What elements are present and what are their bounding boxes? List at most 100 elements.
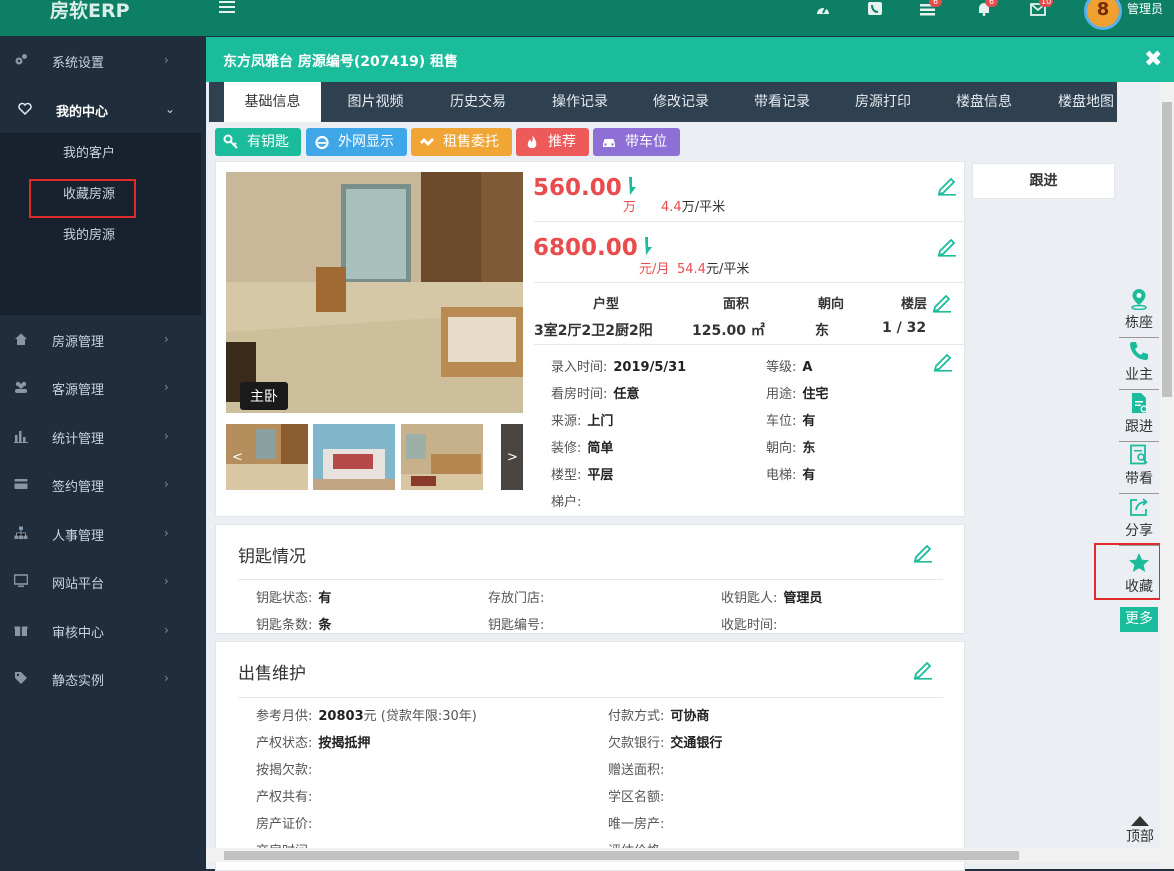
username[interactable]: 管理员 (1127, 0, 1163, 17)
tab-edit-log[interactable]: 修改记录 (632, 82, 730, 122)
mail-badge: 6 (929, 0, 942, 7)
price-down-icon (645, 237, 652, 255)
building-button[interactable]: 栋座 (1119, 288, 1159, 338)
tab-building-info[interactable]: 楼盘信息 (935, 82, 1033, 122)
close-icon[interactable]: ✖ (1144, 47, 1162, 72)
detail-key: 电梯: (766, 468, 797, 483)
detail-value: 有 (318, 591, 332, 606)
messages-button[interactable]: 6 (920, 0, 942, 16)
prev-photo-button[interactable]: < (232, 450, 243, 465)
toolbar-label: 跟进 (1125, 419, 1153, 435)
menu-toggle-icon[interactable] (219, 1, 235, 15)
tag-parking[interactable]: 带车位 (593, 128, 680, 156)
thumbnail-3[interactable] (401, 424, 483, 490)
chevron-down-icon: ⌄ (165, 101, 176, 116)
sidebar-item-label: 客源管理 (52, 383, 105, 398)
sidebar-item-website[interactable]: 网站平台 › (0, 557, 201, 606)
detail-key: 学区名额: (608, 790, 665, 805)
monthly-unit: 元 (363, 709, 377, 724)
sidebar-item-label: 审核中心 (52, 625, 105, 641)
tag-has-key[interactable]: 有钥匙 (215, 128, 301, 156)
sidebar-item-customer-management[interactable]: 客源管理 › (0, 363, 201, 412)
edit-sale-price-icon[interactable] (936, 174, 958, 196)
share-button[interactable]: 分享 (1119, 496, 1159, 546)
sidebar-item-label: 我的中心 (56, 104, 109, 120)
inbox-button[interactable]: 10 (1030, 0, 1054, 16)
spec-value-layout: 3室2厅2卫2厨2阳 (534, 323, 653, 339)
tab-building-map[interactable]: 楼盘地图 (1037, 82, 1135, 122)
mortgage-debt: 按揭欠款: (256, 759, 318, 778)
owner-button[interactable]: 业主 (1119, 340, 1159, 390)
next-photo-button[interactable]: > (507, 450, 518, 465)
detail-value: 简单 (587, 441, 614, 456)
edit-keys-icon[interactable] (912, 541, 934, 563)
submenu-item-my-houses[interactable]: 我的房源 (0, 215, 201, 256)
tag-recommend[interactable]: 推荐 (516, 128, 589, 156)
tab-photos-videos[interactable]: 图片视频 (328, 82, 423, 122)
sidebar-item-review-center[interactable]: 审核中心 › (0, 606, 201, 655)
viewing-button[interactable]: 带看 (1119, 444, 1159, 494)
thumbnail-2[interactable] (313, 424, 395, 490)
vertical-scrollbar[interactable] (1160, 82, 1174, 869)
handshake-icon (420, 138, 434, 146)
followup-button[interactable]: 跟进 (1119, 392, 1159, 442)
sidebar-item-static-examples[interactable]: 静态实例 › (0, 654, 201, 703)
detail-value: A (802, 360, 813, 375)
edit-spec-icon[interactable] (931, 291, 953, 313)
horizontal-scroll-thumb[interactable] (224, 851, 1019, 860)
detail-source: 来源: 上门 (551, 410, 613, 429)
tag-online-display[interactable]: 外网显示 (306, 128, 407, 156)
detail-key: 等级: (766, 360, 797, 375)
main-photo[interactable]: 主卧 (226, 172, 523, 413)
co-ownership: 产权共有: (256, 786, 318, 805)
sidebar-item-label: 静态实例 (52, 674, 105, 689)
vertical-scroll-thumb[interactable] (1162, 102, 1172, 397)
price-down-icon (629, 177, 636, 195)
sidebar-item-system-settings[interactable]: 系统设置 › (0, 36, 201, 85)
caret-up-icon (1131, 816, 1149, 826)
certificate-price: 房产证价: (256, 813, 318, 832)
more-button[interactable]: 更多 (1120, 607, 1158, 632)
detail-value: 住宅 (802, 387, 829, 402)
chevron-right-icon: › (164, 671, 169, 685)
detail-households-per-elevator: 梯户: (551, 491, 587, 510)
toolbar-label: 栋座 (1125, 315, 1153, 331)
avatar[interactable]: 8 (1084, 0, 1122, 30)
detail-value: 东 (802, 441, 816, 456)
dashboard-icon[interactable] (815, 2, 831, 16)
followup-tab[interactable]: 跟进 (972, 163, 1115, 199)
fire-icon (527, 135, 537, 149)
edit-details-icon[interactable] (932, 350, 954, 372)
horizontal-scrollbar[interactable] (206, 848, 1160, 862)
tag-rent-sale-entrust[interactable]: 租售委托 (411, 128, 512, 156)
spec-value-orientation: 东 (815, 323, 829, 339)
tab-history-transactions[interactable]: 历史交易 (429, 82, 527, 122)
bar-chart-icon (14, 430, 28, 443)
sidebar-item-hr[interactable]: 人事管理 › (0, 509, 201, 558)
sidebar-item-house-management[interactable]: 房源管理 › (0, 315, 201, 364)
tab-print[interactable]: 房源打印 (834, 82, 932, 122)
detail-key: 欠款银行: (608, 736, 665, 751)
org-chart-icon (14, 526, 28, 539)
top-bar: 房软ERP 6 6 10 8 管理员 (0, 0, 1174, 36)
back-to-top-button[interactable]: 顶部 (1120, 816, 1160, 846)
chevron-right-icon: › (164, 428, 169, 443)
sale-unit-price-value: 4.4 (661, 200, 682, 215)
tab-operation-log[interactable]: 操作记录 (531, 82, 629, 122)
sidebar-item-statistics[interactable]: 统计管理 › (0, 412, 201, 461)
panel-title: 东方凤雅台 房源编号(207419) 租售 (223, 54, 458, 70)
sidebar-item-my-center[interactable]: 我的中心 ⌄ (0, 84, 201, 133)
sidebar-item-contracts[interactable]: 签约管理 › (0, 460, 201, 509)
house-detail-panel: 东方凤雅台 房源编号(207419) 租售 ✖ 基础信息 图片视频 历史交易 操… (206, 37, 1174, 871)
phone-icon[interactable] (867, 2, 883, 16)
edit-sale-icon[interactable] (912, 658, 934, 680)
edit-rent-price-icon[interactable] (936, 235, 958, 257)
tab-viewing-log[interactable]: 带看记录 (733, 82, 831, 122)
brand-logo[interactable]: 房软ERP (50, 0, 130, 23)
sidebar-item-label: 房源管理 (52, 334, 105, 350)
notifications-button[interactable]: 6 (976, 0, 998, 16)
tab-basic-info[interactable]: 基础信息 (224, 82, 321, 122)
highlight-box-collect (1094, 543, 1161, 600)
detail-orientation: 朝向: 东 (766, 437, 815, 456)
submenu-item-my-customers[interactable]: 我的客户 (0, 133, 201, 174)
